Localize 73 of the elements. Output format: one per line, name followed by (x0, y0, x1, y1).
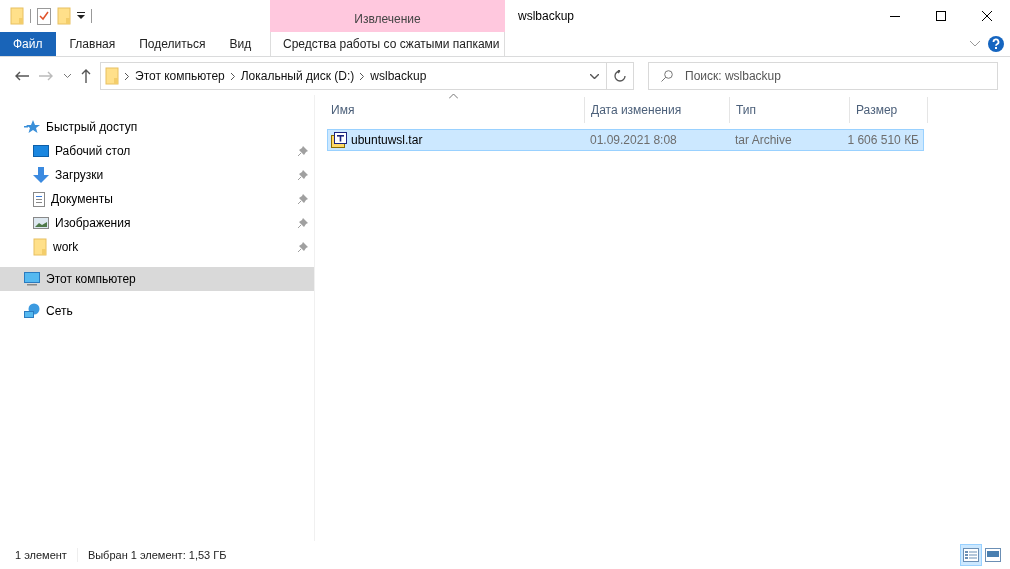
file-name: ubuntuwsl.tar (351, 133, 423, 147)
folder-icon (33, 238, 47, 256)
column-header[interactable]: Имя (325, 97, 585, 123)
column-header[interactable]: Размер (850, 97, 928, 123)
nav-item[interactable]: Рабочий стол (0, 139, 314, 163)
nav-item-label: Рабочий стол (55, 144, 132, 158)
chevron-right-icon[interactable] (125, 72, 129, 80)
breadcrumb[interactable]: wslbackup (370, 69, 427, 83)
nav-item[interactable]: Изображения (0, 211, 314, 235)
chevron-down-icon (63, 74, 71, 78)
document-icon (33, 191, 45, 207)
item-count: 1 элемент (15, 549, 68, 561)
chevron-right-icon[interactable] (230, 72, 235, 80)
help-icon[interactable] (988, 36, 1004, 52)
nav-item[interactable]: Загрузки (0, 163, 314, 187)
star-icon (24, 120, 40, 134)
forward-arrow-icon (39, 71, 53, 81)
nav-item-label: Этот компьютер (46, 272, 137, 286)
dropdown-icon[interactable] (77, 12, 85, 20)
nav-item[interactable]: Быстрый доступ (0, 115, 314, 139)
search-box[interactable]: Поиск: wslbackup (648, 62, 998, 90)
picture-icon (33, 217, 49, 229)
pin-icon[interactable] (298, 170, 308, 180)
chevron-right-icon[interactable] (360, 72, 365, 80)
search-icon (661, 70, 673, 82)
address-bar[interactable]: Этот компьютер Локальный диск (D:) wslbackup (100, 62, 634, 90)
nav-item[interactable]: work (0, 235, 314, 259)
window-title: wslbackup (517, 8, 576, 25)
nav-item-label: Документы (51, 192, 114, 206)
chevron-down-icon[interactable] (970, 41, 980, 47)
pin-icon[interactable] (298, 242, 308, 252)
folder-icon (57, 7, 71, 25)
search-input[interactable]: Поиск: wslbackup (683, 68, 997, 84)
close-icon (982, 11, 992, 21)
nav-item[interactable]: Сеть (0, 299, 314, 323)
column-header[interactable]: Дата изменения (585, 97, 730, 123)
network-icon (24, 303, 40, 319)
nav-item[interactable]: Документы (0, 187, 314, 211)
chevron-down-icon (589, 73, 599, 79)
pin-icon[interactable] (298, 194, 308, 204)
sort-ascending-icon (448, 94, 458, 99)
nav-item-label: Сеть (46, 304, 74, 318)
pin-icon[interactable] (298, 218, 308, 228)
minimize-icon (890, 15, 900, 17)
contextual-tab-group: Извлечение (270, 0, 505, 32)
ribbon-tab[interactable]: Средства работы со сжатыми папками (270, 32, 505, 56)
size-cell: 1 606 510 КБ (847, 133, 919, 147)
maximize-icon (936, 11, 946, 21)
details-view-button[interactable] (960, 544, 982, 566)
folder-icon (105, 67, 119, 85)
type-cell: tar Archive (735, 133, 792, 147)
pin-icon[interactable] (298, 146, 308, 156)
checklist-icon[interactable] (37, 7, 51, 25)
up-arrow-icon (81, 69, 91, 83)
archive-file-icon (331, 132, 347, 148)
back-arrow-icon (15, 71, 29, 81)
download-arrow-icon (33, 167, 49, 183)
file-row[interactable]: ubuntuwsl.tar 01.09.2021 8:08 tar Archive 1 606 510 КБ (327, 129, 924, 151)
date-cell: 01.09.2021 8:08 (590, 133, 677, 147)
breadcrumb[interactable]: Локальный диск (D:) (240, 69, 355, 83)
selection-info: Выбран 1 элемент: 1,53 ГБ (87, 549, 228, 561)
desktop-icon (33, 145, 49, 157)
nav-item[interactable]: Этот компьютер (0, 267, 314, 291)
breadcrumb[interactable]: Этот компьютер (135, 69, 225, 83)
folder-icon (10, 7, 24, 25)
nav-item-label: work (53, 240, 80, 254)
nav-item-label: Изображения (55, 216, 132, 230)
column-header[interactable]: Тип (730, 97, 850, 123)
refresh-icon (614, 70, 626, 82)
ribbon-tab[interactable]: Файл (0, 32, 56, 56)
nav-item-label: Быстрый доступ (46, 120, 139, 134)
computer-icon (24, 272, 40, 286)
nav-item-label: Загрузки (55, 168, 105, 182)
